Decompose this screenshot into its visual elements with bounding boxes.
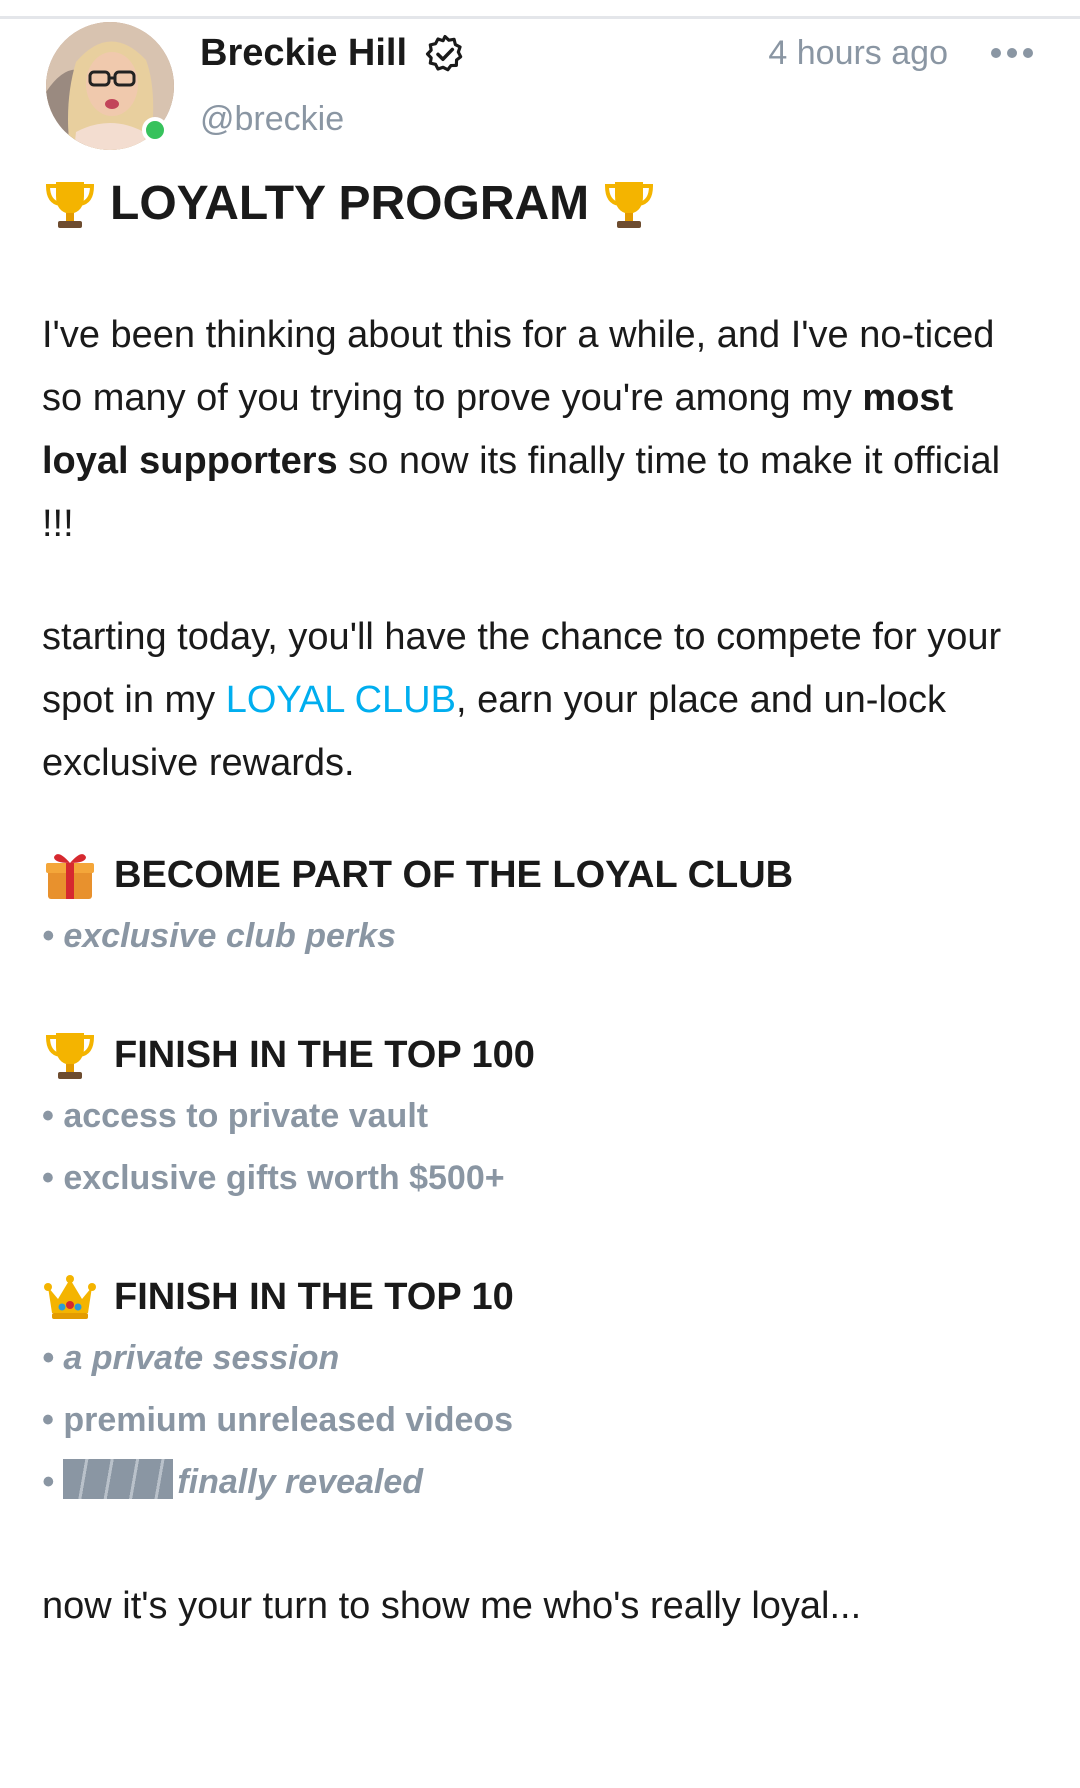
verified-badge-icon [425,34,463,72]
perk-bullet-redacted: • finally revealed [42,1451,1042,1513]
post-card: Breckie Hill @breckie 4 hours ago LOYALT… [0,0,1080,1788]
gift-icon [46,854,94,899]
author-username[interactable]: @breckie [200,96,344,142]
section-heading: FINISH IN THE TOP 100 [42,1025,1042,1085]
perk-bullet: • premium unreleased videos [42,1401,514,1439]
section-top-100: FINISH IN THE TOP 100 • access to privat… [42,1025,1042,1209]
paragraph-closing: now it's your turn to show me who's real… [42,1585,862,1627]
redacted-block [63,1459,174,1499]
perk-bullet-text: finally revealed [177,1463,424,1501]
loyal-club-link[interactable]: LOYAL CLUB [226,679,456,721]
online-status-indicator [142,117,168,143]
perk-bullet: • a private session [42,1339,340,1377]
trophy-icon [605,182,654,228]
perk-bullet: • access to private vault [42,1097,429,1135]
more-horizontal-icon[interactable] [988,38,1036,68]
section-heading: FINISH IN THE TOP 10 [42,1267,1042,1327]
paragraph-club: starting today, you'll have the chance t… [42,606,1042,795]
post-title-text: LOYALTY PROGRAM [110,177,590,230]
paragraph-intro-part1: I've been thinking about this for a whil… [42,314,995,419]
perk-bullet: • exclusive club perks [42,917,396,955]
section-loyal-club: BECOME PART OF THE LOYAL CLUB • exclusiv… [42,845,1042,967]
section-heading-text: BECOME PART OF THE LOYAL CLUB [114,854,794,896]
perk-bullet: • exclusive gifts worth $500+ [42,1159,505,1197]
post-title: LOYALTY PROGRAM [42,170,1042,238]
post-timestamp: 4 hours ago [768,34,948,72]
paragraph-intro: I've been thinking about this for a whil… [42,304,1042,556]
author-display-name[interactable]: Breckie Hill [200,28,407,78]
trophy-icon [45,182,95,228]
section-heading-text: FINISH IN THE TOP 10 [114,1276,514,1318]
section-heading-text: FINISH IN THE TOP 100 [114,1034,535,1076]
crown-icon [44,1275,96,1319]
trophy-icon [45,1033,95,1079]
section-heading: BECOME PART OF THE LOYAL CLUB [42,845,1042,905]
post-content: LOYALTY PROGRAM I've been thinking about… [42,170,1042,1638]
section-top-10: FINISH IN THE TOP 10 • a private session… [42,1267,1042,1513]
